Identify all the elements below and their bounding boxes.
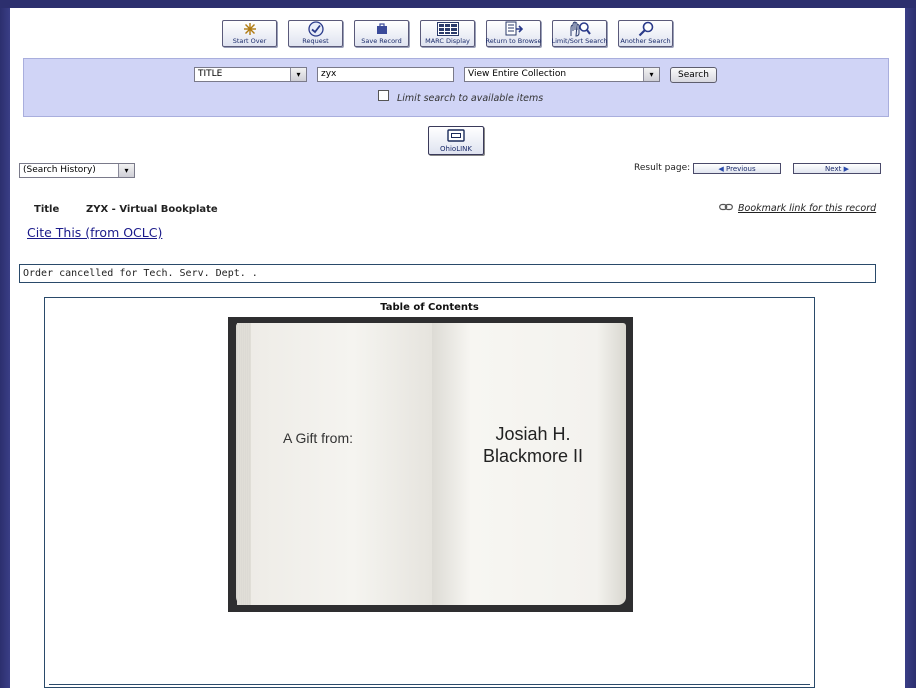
table-of-contents-heading: Table of Contents xyxy=(380,302,479,313)
chevron-down-icon: ▾ xyxy=(643,68,659,81)
bookplate-image: A Gift from: Josiah H. Blackmore II xyxy=(228,317,633,612)
next-label: Next xyxy=(825,165,842,173)
result-page-label: Result page: xyxy=(634,163,691,173)
bookplate-donor-name-line1: Josiah H. xyxy=(495,424,571,444)
book-left-page xyxy=(236,323,432,605)
save-record-label: Save Record xyxy=(361,37,402,45)
search-scope-value: View Entire Collection xyxy=(468,69,567,79)
search-history-value: (Search History) xyxy=(23,165,96,175)
limit-sort-search-label: Limit/Sort Search xyxy=(551,37,608,45)
top-frame-bar xyxy=(0,0,916,8)
request-label: Request xyxy=(302,37,329,45)
marc-display-button[interactable]: MARC Display xyxy=(420,20,475,47)
previous-label: Previous xyxy=(726,165,756,173)
search-input-value: zyx xyxy=(321,69,337,79)
table-of-contents-panel: Table of Contents A Gift from: Josiah H.… xyxy=(44,297,815,688)
bookplate-donor-name-line2: Blackmore II xyxy=(482,446,584,466)
book-page-edges xyxy=(237,323,251,605)
request-check-icon xyxy=(307,21,324,37)
order-status-box: Order cancelled for Tech. Serv. Dept. . xyxy=(19,264,876,283)
start-over-icon xyxy=(243,21,257,37)
next-button[interactable]: Next ▶ xyxy=(793,163,881,174)
title-field-value: ZYX - Virtual Bookplate xyxy=(86,204,218,215)
previous-button[interactable]: ◀ Previous xyxy=(693,163,781,174)
another-search-icon xyxy=(638,21,654,37)
start-over-button[interactable]: Start Over xyxy=(222,20,277,47)
search-field-type-select[interactable]: TITLE ▾ xyxy=(194,67,307,82)
link-chain-icon xyxy=(719,203,733,214)
arrow-left-icon: ◀ xyxy=(718,165,724,173)
ohiolink-icon xyxy=(447,129,465,145)
bookplate-gift-text: A Gift from: xyxy=(283,430,354,446)
marc-display-icon xyxy=(436,21,459,37)
cite-this-link[interactable]: Cite This (from OCLC) xyxy=(27,225,162,240)
another-search-button[interactable]: Another Search xyxy=(618,20,673,47)
bookmark-link-label: Bookmark link for this record xyxy=(738,203,877,214)
bookmark-link[interactable]: Bookmark link for this record xyxy=(719,203,876,214)
record-toolbar: Start Over Request Save Record MARC Disp… xyxy=(222,20,673,47)
toc-bottom-rule xyxy=(49,684,810,685)
save-record-button[interactable]: Save Record xyxy=(354,20,409,47)
search-scope-select[interactable]: View Entire Collection ▾ xyxy=(464,67,660,82)
chevron-down-icon: ▾ xyxy=(290,68,306,81)
chevron-down-icon: ▾ xyxy=(118,164,134,177)
another-search-label: Another Search xyxy=(620,37,671,45)
ohiolink-label: OhioLINK xyxy=(440,145,472,153)
order-status-text: Order cancelled for Tech. Serv. Dept. . xyxy=(23,268,258,279)
limit-available-label: Limit search to available items xyxy=(397,93,544,104)
save-record-icon xyxy=(375,21,389,37)
search-history-select[interactable]: (Search History) ▾ xyxy=(19,163,135,178)
bookplate-donor-name: Josiah H. Blackmore II xyxy=(458,423,608,467)
search-button[interactable]: Search xyxy=(670,67,717,83)
return-browse-icon xyxy=(505,21,523,37)
page-content: Start Over Request Save Record MARC Disp… xyxy=(10,8,905,688)
title-field-label: Title xyxy=(34,204,60,215)
marc-display-label: MARC Display xyxy=(425,37,470,45)
request-button[interactable]: Request xyxy=(288,20,343,47)
ohiolink-button[interactable]: OhioLINK xyxy=(428,126,484,155)
search-field-type-value: TITLE xyxy=(198,69,223,79)
return-to-browse-button[interactable]: Return to Browse xyxy=(486,20,541,47)
start-over-label: Start Over xyxy=(232,37,267,45)
limit-sort-icon xyxy=(569,21,591,37)
limit-available-checkbox[interactable] xyxy=(378,90,389,101)
return-to-browse-label: Return to Browse xyxy=(485,37,542,45)
arrow-right-icon: ▶ xyxy=(843,165,849,173)
search-panel: TITLE ▾ zyx View Entire Collection ▾ Sea… xyxy=(23,58,889,117)
search-input[interactable]: zyx xyxy=(317,67,454,82)
limit-sort-search-button[interactable]: Limit/Sort Search xyxy=(551,20,608,47)
